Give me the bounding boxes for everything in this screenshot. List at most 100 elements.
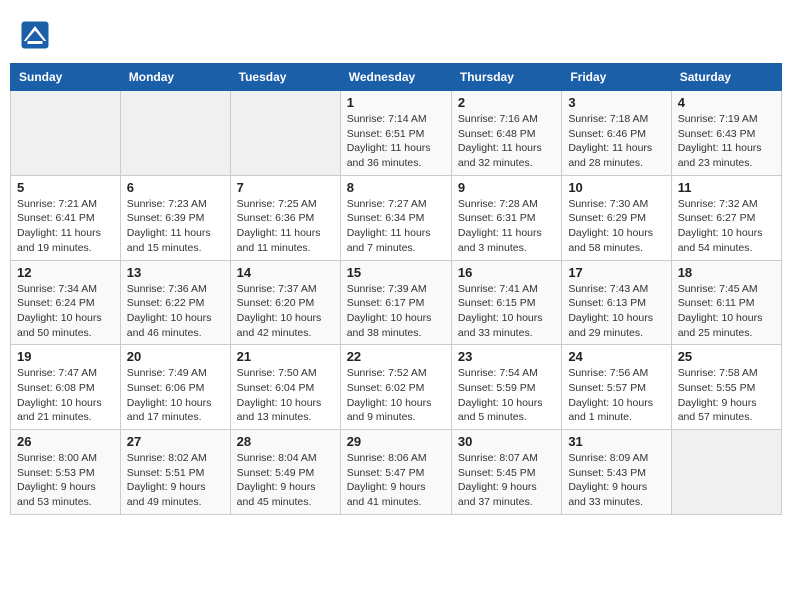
- weekday-header-saturday: Saturday: [671, 64, 781, 91]
- day-info: Sunrise: 7:41 AM Sunset: 6:15 PM Dayligh…: [458, 282, 555, 341]
- day-info: Sunrise: 8:04 AM Sunset: 5:49 PM Dayligh…: [237, 451, 334, 510]
- day-info: Sunrise: 7:18 AM Sunset: 6:46 PM Dayligh…: [568, 112, 664, 171]
- day-info: Sunrise: 7:30 AM Sunset: 6:29 PM Dayligh…: [568, 197, 664, 256]
- calendar-cell: 20 Sunrise: 7:49 AM Sunset: 6:06 PM Dayli…: [120, 345, 230, 430]
- day-info: Sunrise: 7:14 AM Sunset: 6:51 PM Dayligh…: [347, 112, 445, 171]
- day-number: 11: [678, 180, 775, 195]
- page-header: [10, 10, 782, 55]
- day-info: Sunrise: 7:56 AM Sunset: 5:57 PM Dayligh…: [568, 366, 664, 425]
- calendar-cell: 8 Sunrise: 7:27 AM Sunset: 6:34 PM Daylig…: [340, 175, 451, 260]
- weekday-header-tuesday: Tuesday: [230, 64, 340, 91]
- day-number: 22: [347, 349, 445, 364]
- day-number: 16: [458, 265, 555, 280]
- day-number: 29: [347, 434, 445, 449]
- day-info: Sunrise: 8:07 AM Sunset: 5:45 PM Dayligh…: [458, 451, 555, 510]
- day-info: Sunrise: 8:02 AM Sunset: 5:51 PM Dayligh…: [127, 451, 224, 510]
- weekday-header-monday: Monday: [120, 64, 230, 91]
- calendar-cell: 14Sunrise: 7:37 AM Sunset: 6:20 PM Dayli…: [230, 260, 340, 345]
- calendar-cell: 13Sunrise: 7:36 AM Sunset: 6:22 PM Dayli…: [120, 260, 230, 345]
- day-number: 31: [568, 434, 664, 449]
- day-info: Sunrise: 7:27 AM Sunset: 6:34 PM Dayligh…: [347, 197, 445, 256]
- weekday-header-sunday: Sunday: [11, 64, 121, 91]
- day-number: 24: [568, 349, 664, 364]
- day-info: Sunrise: 7:50 AM Sunset: 6:04 PM Dayligh…: [237, 366, 334, 425]
- day-info: Sunrise: 7:36 AM Sunset: 6:22 PM Dayligh…: [127, 282, 224, 341]
- day-number: 21: [237, 349, 334, 364]
- day-info: Sunrise: 8:09 AM Sunset: 5:43 PM Dayligh…: [568, 451, 664, 510]
- day-number: 18: [678, 265, 775, 280]
- calendar-cell: 7 Sunrise: 7:25 AM Sunset: 6:36 PM Daylig…: [230, 175, 340, 260]
- calendar-cell: 28 Sunrise: 8:04 AM Sunset: 5:49 PM Dayli…: [230, 430, 340, 515]
- calendar-cell: 15 Sunrise: 7:39 AM Sunset: 6:17 PM Dayli…: [340, 260, 451, 345]
- calendar-cell: 24 Sunrise: 7:56 AM Sunset: 5:57 PM Dayli…: [562, 345, 671, 430]
- day-info: Sunrise: 7:19 AM Sunset: 6:43 PM Dayligh…: [678, 112, 775, 171]
- logo-icon: [20, 20, 50, 50]
- calendar-cell: [230, 91, 340, 176]
- day-number: 12: [17, 265, 114, 280]
- day-number: 7: [237, 180, 334, 195]
- day-info: Sunrise: 7:52 AM Sunset: 6:02 PM Dayligh…: [347, 366, 445, 425]
- calendar-cell: 6Sunrise: 7:23 AM Sunset: 6:39 PM Daylig…: [120, 175, 230, 260]
- day-info: Sunrise: 7:16 AM Sunset: 6:48 PM Dayligh…: [458, 112, 555, 171]
- calendar-week-row: 12 Sunrise: 7:34 AM Sunset: 6:24 PM Dayli…: [11, 260, 782, 345]
- day-info: Sunrise: 7:54 AM Sunset: 5:59 PM Dayligh…: [458, 366, 555, 425]
- calendar-cell: 23 Sunrise: 7:54 AM Sunset: 5:59 PM Dayli…: [451, 345, 561, 430]
- calendar-cell: 5 Sunrise: 7:21 AM Sunset: 6:41 PM Daylig…: [11, 175, 121, 260]
- day-info: Sunrise: 7:21 AM Sunset: 6:41 PM Dayligh…: [17, 197, 114, 256]
- day-number: 9: [458, 180, 555, 195]
- day-info: Sunrise: 7:23 AM Sunset: 6:39 PM Dayligh…: [127, 197, 224, 256]
- day-number: 15: [347, 265, 445, 280]
- weekday-header-thursday: Thursday: [451, 64, 561, 91]
- day-info: Sunrise: 8:06 AM Sunset: 5:47 PM Dayligh…: [347, 451, 445, 510]
- day-info: Sunrise: 7:58 AM Sunset: 5:55 PM Dayligh…: [678, 366, 775, 425]
- calendar-week-row: 26 Sunrise: 8:00 AM Sunset: 5:53 PM Dayli…: [11, 430, 782, 515]
- calendar-cell: 3 Sunrise: 7:18 AM Sunset: 6:46 PM Daylig…: [562, 91, 671, 176]
- calendar-cell: 25 Sunrise: 7:58 AM Sunset: 5:55 PM Dayli…: [671, 345, 781, 430]
- calendar-week-row: 5 Sunrise: 7:21 AM Sunset: 6:41 PM Daylig…: [11, 175, 782, 260]
- day-number: 19: [17, 349, 114, 364]
- day-info: Sunrise: 7:28 AM Sunset: 6:31 PM Dayligh…: [458, 197, 555, 256]
- calendar-cell: 19 Sunrise: 7:47 AM Sunset: 6:08 PM Dayli…: [11, 345, 121, 430]
- day-number: 27: [127, 434, 224, 449]
- calendar-cell: 26 Sunrise: 8:00 AM Sunset: 5:53 PM Dayli…: [11, 430, 121, 515]
- day-info: Sunrise: 7:34 AM Sunset: 6:24 PM Dayligh…: [17, 282, 114, 341]
- calendar-cell: 9 Sunrise: 7:28 AM Sunset: 6:31 PM Daylig…: [451, 175, 561, 260]
- day-number: 8: [347, 180, 445, 195]
- calendar-cell: 17Sunrise: 7:43 AM Sunset: 6:13 PM Dayli…: [562, 260, 671, 345]
- day-info: Sunrise: 7:47 AM Sunset: 6:08 PM Dayligh…: [17, 366, 114, 425]
- weekday-header-friday: Friday: [562, 64, 671, 91]
- calendar-cell: 29 Sunrise: 8:06 AM Sunset: 5:47 PM Dayli…: [340, 430, 451, 515]
- logo: [20, 20, 53, 50]
- calendar-cell: 11 Sunrise: 7:32 AM Sunset: 6:27 PM Dayli…: [671, 175, 781, 260]
- calendar-cell: 31 Sunrise: 8:09 AM Sunset: 5:43 PM Dayli…: [562, 430, 671, 515]
- calendar-cell: 22 Sunrise: 7:52 AM Sunset: 6:02 PM Dayli…: [340, 345, 451, 430]
- calendar-cell: 12 Sunrise: 7:34 AM Sunset: 6:24 PM Dayli…: [11, 260, 121, 345]
- day-info: Sunrise: 7:39 AM Sunset: 6:17 PM Dayligh…: [347, 282, 445, 341]
- day-number: 28: [237, 434, 334, 449]
- day-number: 23: [458, 349, 555, 364]
- day-number: 4: [678, 95, 775, 110]
- day-number: 26: [17, 434, 114, 449]
- day-number: 14: [237, 265, 334, 280]
- calendar-cell: [120, 91, 230, 176]
- calendar-cell: 16 Sunrise: 7:41 AM Sunset: 6:15 PM Dayli…: [451, 260, 561, 345]
- calendar-cell: [671, 430, 781, 515]
- day-number: 2: [458, 95, 555, 110]
- weekday-header-wednesday: Wednesday: [340, 64, 451, 91]
- day-number: 17: [568, 265, 664, 280]
- day-info: Sunrise: 8:00 AM Sunset: 5:53 PM Dayligh…: [17, 451, 114, 510]
- day-number: 3: [568, 95, 664, 110]
- day-info: Sunrise: 7:32 AM Sunset: 6:27 PM Dayligh…: [678, 197, 775, 256]
- day-info: Sunrise: 7:25 AM Sunset: 6:36 PM Dayligh…: [237, 197, 334, 256]
- calendar-cell: 27 Sunrise: 8:02 AM Sunset: 5:51 PM Dayli…: [120, 430, 230, 515]
- day-number: 20: [127, 349, 224, 364]
- day-number: 25: [678, 349, 775, 364]
- day-number: 30: [458, 434, 555, 449]
- calendar-cell: 21 Sunrise: 7:50 AM Sunset: 6:04 PM Dayli…: [230, 345, 340, 430]
- day-info: Sunrise: 7:49 AM Sunset: 6:06 PM Dayligh…: [127, 366, 224, 425]
- calendar-cell: 10 Sunrise: 7:30 AM Sunset: 6:29 PM Dayli…: [562, 175, 671, 260]
- day-number: 5: [17, 180, 114, 195]
- day-number: 10: [568, 180, 664, 195]
- calendar-cell: 2 Sunrise: 7:16 AM Sunset: 6:48 PM Daylig…: [451, 91, 561, 176]
- calendar-table: SundayMondayTuesdayWednesdayThursdayFrid…: [10, 63, 782, 515]
